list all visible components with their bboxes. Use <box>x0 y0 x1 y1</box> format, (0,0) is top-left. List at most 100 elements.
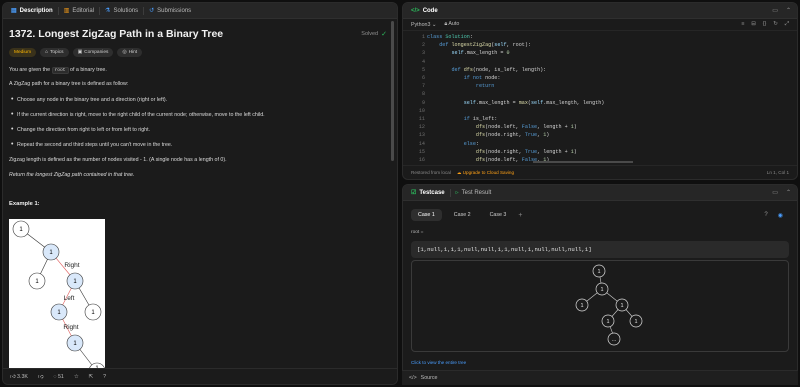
tab-description[interactable]: ▤ Description <box>6 3 58 19</box>
description-scrollbar[interactable] <box>391 21 394 161</box>
help-icon[interactable]: ? <box>764 212 767 219</box>
case-tabs: Case 1 Case 2 Case 3 + ? ◉ <box>403 201 797 221</box>
flask-icon: ⚗ <box>105 7 111 14</box>
companies-pill[interactable]: ▣ Companies <box>72 48 114 57</box>
upgrade-link[interactable]: ☁ Upgrade to Cloud Saving <box>457 170 514 176</box>
like-button[interactable]: 👍︎ 3.3K <box>10 374 28 380</box>
case-tab-3[interactable]: Case 3 <box>483 209 514 221</box>
direction-label: Left <box>64 295 75 302</box>
line-number: 6 <box>421 75 425 81</box>
code-editor[interactable]: 1 class Solution: 2 def longestZigZag(self… <box>403 32 797 165</box>
braces-icon[interactable]: {} <box>763 21 767 28</box>
collapse-icon[interactable]: ⌃ <box>786 7 791 14</box>
tag-icon: ⌂ <box>45 50 48 55</box>
check-circle-icon: ✓ <box>381 31 387 38</box>
editorial-icon: ▥ <box>63 7 70 14</box>
hint-label: Hint <box>128 50 138 55</box>
tree-node-label: 1 <box>606 319 609 325</box>
editor-actions: ≡ ⊟ {} ↻ ⤢ <box>741 21 797 28</box>
test-tabbar: ☑ Testcase ▹ Test Result ▭ ⌃ <box>403 185 797 201</box>
code-line: class Solution: <box>427 34 473 40</box>
tab-test-result[interactable]: ▹ Test Result <box>451 185 497 201</box>
rule-3: Change the direction from right to left … <box>17 127 151 134</box>
view-tree-link[interactable]: Click to view the entire tree <box>411 360 466 365</box>
tab-testcase[interactable]: ☑ Testcase <box>406 185 450 201</box>
comment-icon: ◌ <box>53 373 57 380</box>
description-footer: 👍︎ 3.3K 👎︎ ◌ 51 ☆ ⇱ ? <box>3 368 397 384</box>
source-bar: </> Source <box>402 369 798 385</box>
rule-1: Choose any node in the binary tree and a… <box>17 97 168 104</box>
tree-node-label: 1 <box>620 303 623 309</box>
line-number: 12 <box>418 124 425 131</box>
test-window-controls: ▭ ⌃ <box>772 189 797 196</box>
root-input[interactable]: [1,null,1,1,1,null,null,1,1,null,1,null,… <box>411 241 789 258</box>
left-tabbar: ▤ Description ▥ Editorial ⚗ Solutions ↺ … <box>3 3 397 19</box>
case-tab-2[interactable]: Case 2 <box>447 209 478 221</box>
share-icon: ⇱ <box>88 373 94 380</box>
maximize-icon[interactable]: ▭ <box>772 189 778 196</box>
tab-solutions[interactable]: ⚗ Solutions <box>100 3 143 19</box>
tree-node-label: 1 <box>597 269 600 275</box>
tag-pills: Medium ⌂ Topics ▣ Companies ◎ Hint <box>9 48 391 57</box>
expand-icon[interactable]: ⤢ <box>785 21 789 28</box>
difficulty-badge: Medium <box>9 48 37 57</box>
eye-icon[interactable]: ◉ <box>778 212 783 219</box>
lock-icon: 🔒︎ <box>444 21 448 27</box>
code-line: def longestZigZag(self, root): <box>439 42 531 49</box>
code-panel: </> Code ▭ ⌃ Python3 ⌄ 🔒︎ Auto ≡ ⊟ {} ↻ … <box>402 2 798 180</box>
comments-button[interactable]: ◌ 51 <box>53 374 64 380</box>
dislike-button[interactable]: 👎︎ <box>38 374 43 380</box>
line-number: 9 <box>421 99 425 106</box>
upgrade-label: Upgrade to Cloud Saving <box>462 169 515 175</box>
language-select[interactable]: Python3 ⌄ <box>411 22 436 28</box>
code-line: dfs(node.right, True, length + 1) <box>475 148 577 155</box>
mode-label: Auto <box>448 21 460 27</box>
code-line: else: <box>463 140 479 147</box>
definition-text: A ZigZag path for a binary tree is defin… <box>9 81 129 88</box>
maximize-icon[interactable]: ▭ <box>772 7 778 14</box>
code-icon: </> <box>409 375 417 381</box>
mode-toggle[interactable]: 🔒︎ Auto <box>444 21 459 28</box>
line-number: 11 <box>418 116 425 122</box>
collapse-icon[interactable]: ⌃ <box>786 189 791 196</box>
source-toggle[interactable]: </> Source <box>402 370 798 385</box>
line-number: 10 <box>418 107 425 114</box>
topics-pill[interactable]: ⌂ Topics <box>40 48 69 57</box>
rule-item: Change the direction from right to left … <box>9 126 391 134</box>
testcase-panel: ☑ Testcase ▹ Test Result ▭ ⌃ Case 1 Case… <box>402 184 798 385</box>
rule-item: Repeat the second and third steps until … <box>9 141 391 148</box>
language-label: Python3 <box>411 21 431 28</box>
favorite-button[interactable]: ☆ <box>74 374 79 380</box>
terminal-icon: ▹ <box>455 189 459 196</box>
tree-node-label: 1 <box>580 303 583 309</box>
line-number: 2 <box>421 42 425 49</box>
horizontal-scrollbar[interactable] <box>533 161 633 163</box>
share-button[interactable]: ⇱ <box>89 374 93 380</box>
reset-icon[interactable]: ↻ <box>773 21 777 28</box>
add-case-icon[interactable]: + <box>518 212 522 219</box>
editor-toolbar: Python3 ⌄ 🔒︎ Auto ≡ ⊟ {} ↻ ⤢ <box>403 19 797 31</box>
intro-post: of a binary tree. <box>70 67 107 73</box>
bookmark-icon[interactable]: ⊟ <box>751 21 755 28</box>
editor-statusbar: Restored from local ☁ Upgrade to Cloud S… <box>403 165 797 179</box>
question-icon: ? <box>103 373 107 380</box>
description-panel: ▤ Description ▥ Editorial ⚗ Solutions ↺ … <box>2 2 398 385</box>
intro-pre: You are given the <box>9 67 51 73</box>
code-window-controls: ▭ ⌃ <box>772 7 797 14</box>
hint-pill[interactable]: ◎ Hint <box>117 48 143 57</box>
line-number: 4 <box>421 58 425 65</box>
star-icon: ☆ <box>73 373 79 380</box>
line-number: 16 <box>418 157 425 163</box>
solved-label: Solved <box>361 31 379 37</box>
case-tab-1[interactable]: Case 1 <box>411 209 442 221</box>
tab-code[interactable]: </> Code <box>406 3 443 19</box>
tab-description-label: Description <box>19 7 53 14</box>
help-button[interactable]: ? <box>103 374 106 380</box>
solved-status: Solved ✓ <box>361 30 387 38</box>
direction-label: Right <box>64 262 79 269</box>
tab-submissions[interactable]: ↺ Submissions <box>144 3 196 19</box>
tab-editorial[interactable]: ▥ Editorial <box>59 3 99 19</box>
direction-label: Right <box>63 324 78 331</box>
format-icon[interactable]: ≡ <box>741 21 744 28</box>
problem-title[interactable]: 1372. Longest ZigZag Path in a Binary Tr… <box>9 28 391 40</box>
